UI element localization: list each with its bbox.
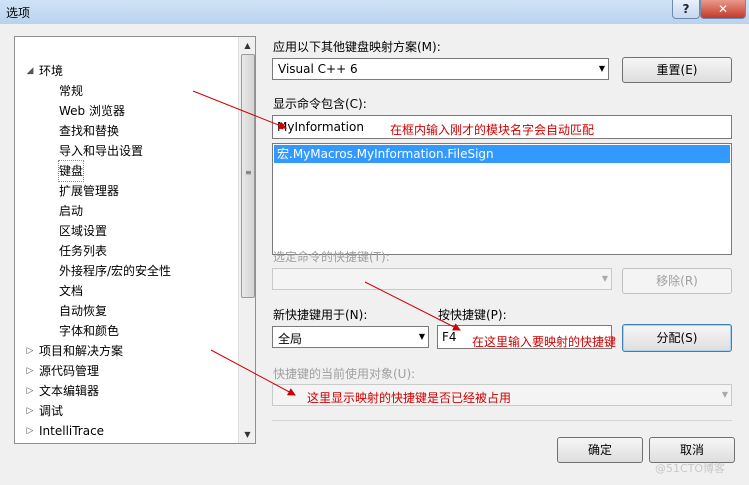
options-dialog: 选项 ? ✕ ◢ 环境 常规 Web 浏览器 查找和替换 导入和导出设置 键盘 扩展管理器 启动… bbox=[0, 0, 749, 485]
arrow-to-shortcut bbox=[364, 281, 461, 331]
arrow-to-usage bbox=[210, 349, 296, 396]
arrow-to-filter bbox=[192, 90, 287, 130]
annotation-arrows bbox=[192, 90, 461, 396]
